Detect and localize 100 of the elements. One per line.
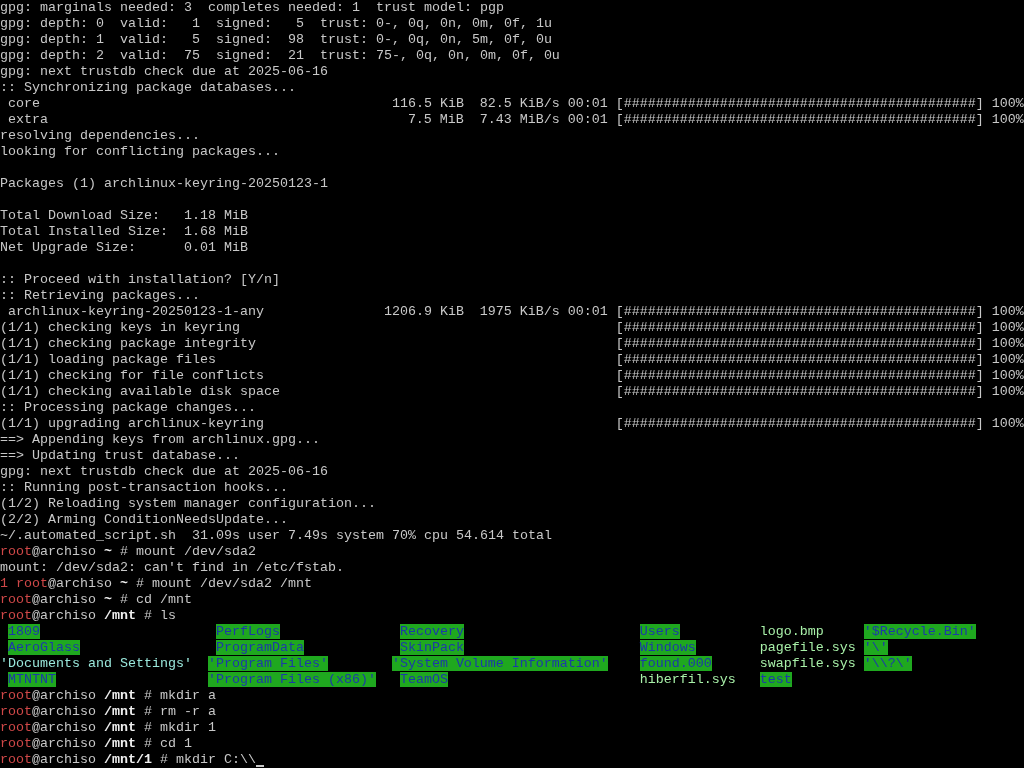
terminal-line: gpg: depth: 0 valid: 1 signed: 5 trust: 0-, 0q, 0n, 0m, 0f, 1u (0, 16, 552, 32)
command-text: cd 1 (159, 736, 192, 752)
prompt-user: root (0, 688, 32, 704)
command-text: cd /mnt (135, 592, 192, 608)
percent-text: 100% (991, 304, 1024, 320)
prompt-symbol: # (143, 688, 152, 704)
command-text: mkdir C:\\ (175, 752, 256, 768)
directory-entry: PerfLogs (215, 624, 280, 639)
transfer-rate: 1975 KiB/s (479, 304, 560, 319)
package-name: (1/1) checking available disk space (0, 384, 280, 399)
terminal-line: gpg: marginals needed: 3 completes needed: 1 trust model: pgp (0, 0, 504, 16)
link-entry: 'Documents and Settings' (0, 656, 192, 671)
terminal-line: :: Proceed with installation? [Y/n] (0, 272, 280, 288)
elapsed-time: 00:01 (567, 304, 608, 319)
directory-entry: '\\?\' (863, 656, 912, 671)
terminal-line: Packages (1) archlinux-keyring-20250123-1 (0, 176, 328, 192)
percent-text: 100% (991, 384, 1024, 400)
terminal-line: :: Retrieving packages... (0, 288, 200, 304)
command-text: ls (159, 608, 176, 624)
elapsed-time: 00:01 (567, 96, 608, 111)
prompt-path: /mnt (104, 720, 136, 736)
terminal-line: Net Upgrade Size: 0.01 MiB (0, 240, 248, 256)
progress-bar-text: [############################################] (615, 96, 984, 112)
percent-text: 100% (991, 416, 1024, 432)
directory-entry: MTNTNT (8, 672, 56, 687)
prompt-user: root (0, 736, 32, 752)
terminal-line: ==> Appending keys from archlinux.gpg... (0, 432, 320, 448)
prompt-symbol: # (143, 736, 152, 752)
prompt-host: @archiso (32, 752, 96, 768)
directory-entry: Users (639, 624, 680, 639)
command-text: mkdir a (159, 688, 216, 704)
prompt-host: @archiso (32, 720, 96, 736)
package-name: archlinux-keyring-20250123-1-any (8, 304, 264, 319)
package-name: extra (8, 112, 48, 127)
prompt-host: @archiso (32, 544, 96, 560)
prompt-symbol: # (135, 576, 144, 592)
prompt-path: /mnt (104, 736, 136, 752)
prompt-user: root (0, 592, 32, 608)
directory-entry: 'System Volume Information' (391, 656, 608, 671)
transfer-rate: 82.5 KiB/s (479, 96, 560, 111)
prompt-user: root (0, 608, 32, 624)
package-name: core (8, 96, 40, 111)
download-size: 1206.9 KiB (383, 304, 464, 319)
terminal-line: gpg: next trustdb check due at 2025-06-16 (0, 464, 328, 480)
package-name: (1/1) checking package integrity (0, 336, 256, 351)
package-name: (1/1) upgrading archlinux-keyring (0, 416, 264, 431)
progress-bar-text: [############################################] (615, 416, 984, 432)
directory-entry: AeroGlass (8, 640, 80, 655)
command-text: mount /dev/sda2 /mnt (151, 576, 312, 592)
prompt-host: @archiso (48, 576, 112, 592)
progress-bar-text: [############################################] (615, 384, 984, 400)
exit-status: 1 (0, 576, 8, 592)
prompt-symbol: # (119, 592, 128, 608)
prompt-path: /mnt (104, 688, 136, 704)
progress-bar-text: [############################################] (615, 368, 984, 384)
directory-entry: TeamOS (399, 672, 448, 687)
terminal-line: (2/2) Arming ConditionNeedsUpdate... (0, 512, 288, 528)
prompt-host: @archiso (32, 736, 96, 752)
package-name: (1/1) checking keys in keyring (0, 320, 240, 335)
terminal-line: :: Processing package changes... (0, 400, 256, 416)
prompt-host: @archiso (32, 608, 96, 624)
transfer-rate: 7.43 MiB/s (479, 112, 560, 127)
prompt-host: @archiso (32, 592, 96, 608)
prompt-symbol: # (143, 720, 152, 736)
prompt-path: ~ (119, 576, 128, 592)
terminal-line: Total Download Size: 1.18 MiB (0, 208, 248, 224)
terminal-line: ~/.automated_script.sh 31.09s user 7.49s system 70% cpu 54.614 total (0, 528, 552, 544)
directory-entry: 'Program Files' (207, 656, 328, 671)
directory-entry: 'Program Files (x86)' (207, 672, 376, 687)
directory-entry: '\' (863, 640, 888, 655)
prompt-user: root (16, 576, 48, 592)
download-size: 116.5 KiB (391, 96, 464, 111)
prompt-user: root (0, 544, 32, 560)
directory-entry: test (759, 672, 792, 687)
terminal-line: looking for conflicting packages... (0, 144, 280, 160)
terminal-line: :: Synchronizing package databases... (0, 80, 296, 96)
prompt-symbol: # (119, 544, 128, 560)
progress-bar-text: [############################################] (615, 352, 984, 368)
prompt-host: @archiso (32, 688, 96, 704)
percent-text: 100% (991, 352, 1024, 368)
prompt-user: root (0, 720, 32, 736)
percent-text: 100% (991, 96, 1024, 112)
file-entry: swapfile.sys (759, 656, 856, 671)
prompt-path: /mnt/1 (104, 752, 152, 768)
elapsed-time: 00:01 (567, 112, 608, 127)
terminal-line: ==> Updating trust database... (0, 448, 240, 464)
percent-text: 100% (991, 320, 1024, 336)
directory-entry: '$Recycle.Bin' (863, 624, 976, 639)
terminal-line: mount: /dev/sda2: can't find in /etc/fstab. (0, 560, 344, 576)
package-name: (1/1) loading package files (0, 352, 216, 367)
prompt-user: root (0, 752, 32, 768)
terminal-line: gpg: depth: 2 valid: 75 signed: 21 trust: 75-, 0q, 0n, 0m, 0f, 0u (0, 48, 560, 64)
percent-text: 100% (991, 368, 1024, 384)
progress-bar-text: [############################################] (615, 304, 984, 320)
percent-text: 100% (991, 112, 1024, 128)
progress-bar-text: [############################################] (615, 336, 984, 352)
command-text: rm -r a (159, 704, 216, 720)
prompt-host: @archiso (32, 704, 96, 720)
command-text: mkdir 1 (159, 720, 216, 736)
percent-text: 100% (991, 336, 1024, 352)
